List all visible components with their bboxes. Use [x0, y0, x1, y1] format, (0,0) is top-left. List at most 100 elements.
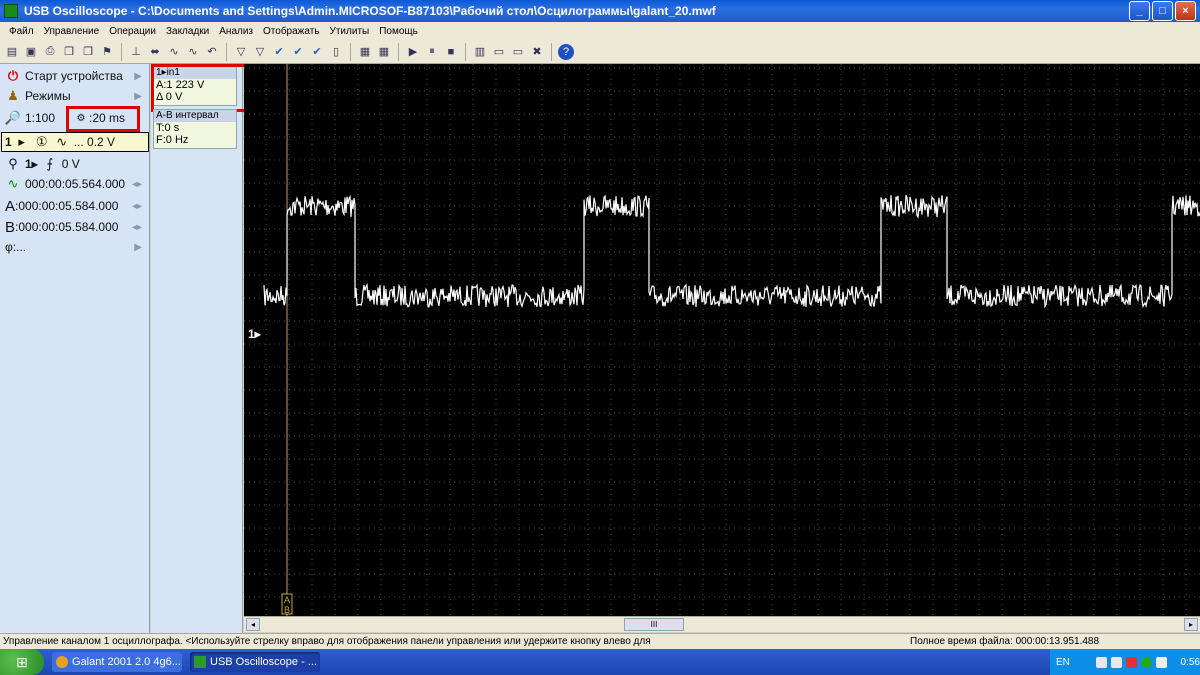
check3-icon[interactable]: ✔ — [309, 44, 325, 60]
tray-app3-icon[interactable] — [1155, 656, 1167, 668]
open-icon[interactable]: ▤ — [4, 44, 20, 60]
horizontal-scrollbar[interactable]: ◂ III ▸ — [244, 616, 1200, 632]
grid-icon[interactable]: ▦ — [376, 44, 392, 60]
channel-marker: 1▸ — [248, 327, 262, 341]
status-bar: Управление каналом 1 осциллографа. <Испо… — [0, 633, 1200, 649]
copy-icon[interactable]: ❐ — [61, 44, 77, 60]
minimize-button[interactable]: _ — [1129, 1, 1150, 21]
spin-icon: ◂▸ — [131, 178, 142, 190]
copy2-icon[interactable]: ❐ — [80, 44, 96, 60]
ab-interval-header: A-B интервал — [154, 110, 236, 122]
spin-icon: ◂▸ — [131, 221, 142, 233]
time-position-value: 000:00:05.564.000 — [25, 177, 126, 191]
battery-icon[interactable] — [1110, 656, 1122, 668]
app-icon — [4, 4, 18, 18]
filter-icon[interactable]: ▽ — [233, 44, 249, 60]
chrome-icon — [56, 656, 68, 668]
channel-volts: ... 0.2 V — [73, 135, 116, 149]
toolbar-separator — [398, 42, 399, 61]
modes-item[interactable]: ♟ Режимы ▶ — [0, 86, 150, 106]
channel-info-highlight — [151, 64, 254, 112]
page-icon[interactable]: ▯ — [328, 44, 344, 60]
oscilloscope-display[interactable]: 1▸ A B — [244, 64, 1200, 616]
menu-file[interactable]: Файл — [4, 26, 39, 37]
help-icon[interactable]: ? — [558, 43, 574, 60]
filter2-icon[interactable]: ▽ — [252, 44, 268, 60]
start-button[interactable]: ⊞ — [0, 649, 44, 675]
print-icon[interactable]: ⎙ — [42, 44, 58, 60]
cursor-a-letter: A — [5, 197, 16, 215]
chevron-right-icon: ▶ — [134, 241, 142, 253]
close-icon[interactable]: ✖ — [529, 44, 545, 60]
menu-bookmarks[interactable]: Закладки — [161, 26, 214, 37]
fft-icon[interactable]: ▦ — [357, 44, 373, 60]
toolbar-separator — [350, 42, 351, 61]
wave2-icon[interactable]: ∿ — [185, 44, 201, 60]
file-duration: Полное время файла: 000:00:13.951.488 — [910, 636, 1100, 647]
windows-logo-icon: ⊞ — [16, 653, 28, 670]
scroll-right-button[interactable]: ▸ — [1184, 618, 1198, 631]
phase-value: φ:... — [5, 240, 27, 254]
stop-icon[interactable]: ■ — [443, 44, 459, 60]
check-icon[interactable]: ✔ — [271, 44, 287, 60]
oscilloscope-icon — [194, 656, 206, 668]
play-icon[interactable]: ▶ — [405, 44, 421, 60]
modes-icon: ♟ — [7, 88, 19, 103]
window-title: USB Oscilloscope - C:\Documents and Sett… — [24, 4, 716, 18]
channel-arrow-icon: ▸ — [18, 134, 25, 149]
undo-icon[interactable]: ↶ — [204, 44, 220, 60]
tray-app2-icon[interactable] — [1140, 656, 1152, 668]
trigger-item[interactable]: ⚲ 1▸ ⨍ 0 V — [0, 154, 150, 174]
pause-icon[interactable]: ⏸ — [424, 44, 440, 60]
menu-operations[interactable]: Операции — [104, 26, 161, 37]
bars-icon[interactable]: ▥ — [472, 44, 488, 60]
toolbar-separator — [465, 42, 466, 61]
menu-help[interactable]: Помощь — [374, 26, 423, 37]
coupling-icon: ∿ — [56, 134, 68, 149]
menu-utilities[interactable]: Утилиты — [325, 26, 375, 37]
language-indicator[interactable]: EN — [1056, 657, 1070, 668]
ab-frequency: F:0 Hz — [156, 134, 189, 146]
chevron-right-icon: ▶ — [134, 90, 142, 102]
ab-interval-card[interactable]: A-B интервал T:0 s F:0 Hz — [153, 109, 237, 149]
cursor-b-letter: B — [5, 218, 16, 236]
taskbar-item-browser[interactable]: Galant 2001 2.0 4g6... — [52, 652, 182, 672]
cursor-b-item[interactable]: B :000:00:05.584.000 ◂▸ — [0, 217, 150, 237]
doc2-icon[interactable]: ▭ — [510, 44, 526, 60]
scroll-thumb[interactable]: III — [624, 618, 684, 631]
toolbar-separator — [551, 42, 552, 61]
toolbar-separator — [121, 42, 122, 61]
save-icon[interactable]: ▣ — [23, 44, 39, 60]
info-panel: 1▸in1 A:1 223 V Δ 0 V A-B интервал T:0 s… — [151, 64, 254, 634]
system-tray: EN 0:56 — [1050, 649, 1200, 675]
trigger-channel: 1▸ — [25, 157, 38, 171]
power-icon: ⏻ — [7, 68, 19, 83]
start-device-item[interactable]: ⏻ Старт устройства ▶ — [0, 66, 150, 86]
scroll-left-button[interactable]: ◂ — [246, 618, 260, 631]
cursor-b-marker: B — [284, 605, 290, 615]
cursor-a-item[interactable]: A :000:00:05.584.000 ◂▸ — [0, 196, 150, 216]
signal-trace — [263, 194, 1200, 309]
cursor-b-value: :000:00:05.584.000 — [15, 220, 119, 234]
wave-icon[interactable]: ∿ — [166, 44, 182, 60]
doc-icon[interactable]: ▭ — [491, 44, 507, 60]
close-button[interactable]: × — [1175, 1, 1196, 21]
menu-control[interactable]: Управление — [39, 26, 105, 37]
zoom-value: 1:100 — [25, 111, 56, 125]
menu-display[interactable]: Отображать — [258, 26, 324, 37]
time-position-item[interactable]: ∿ 000:00:05.564.000 ◂▸ — [0, 174, 150, 194]
tray-app-icon[interactable] — [1125, 656, 1137, 668]
menu-bar: Файл Управление Операции Закладки Анализ… — [0, 22, 1200, 40]
marker-icon[interactable]: ⚑ — [99, 44, 115, 60]
channel-number: 1 — [5, 135, 12, 149]
measure-icon[interactable]: ⬌ — [147, 44, 163, 60]
menu-analysis[interactable]: Анализ — [214, 26, 258, 37]
taskbar-item-oscilloscope[interactable]: USB Oscilloscope - ... — [190, 652, 320, 672]
cursor-icon[interactable]: ⊥ — [128, 44, 144, 60]
signal-icon[interactable] — [1095, 656, 1107, 668]
waveform-icon: ∿ — [7, 176, 19, 191]
maximize-button[interactable]: □ — [1152, 1, 1173, 21]
check2-icon[interactable]: ✔ — [290, 44, 306, 60]
phase-item[interactable]: φ:... ▶ — [0, 237, 150, 257]
channel-row[interactable]: 1 ▸ ① ∿ ... 0.2 V — [1, 132, 149, 152]
